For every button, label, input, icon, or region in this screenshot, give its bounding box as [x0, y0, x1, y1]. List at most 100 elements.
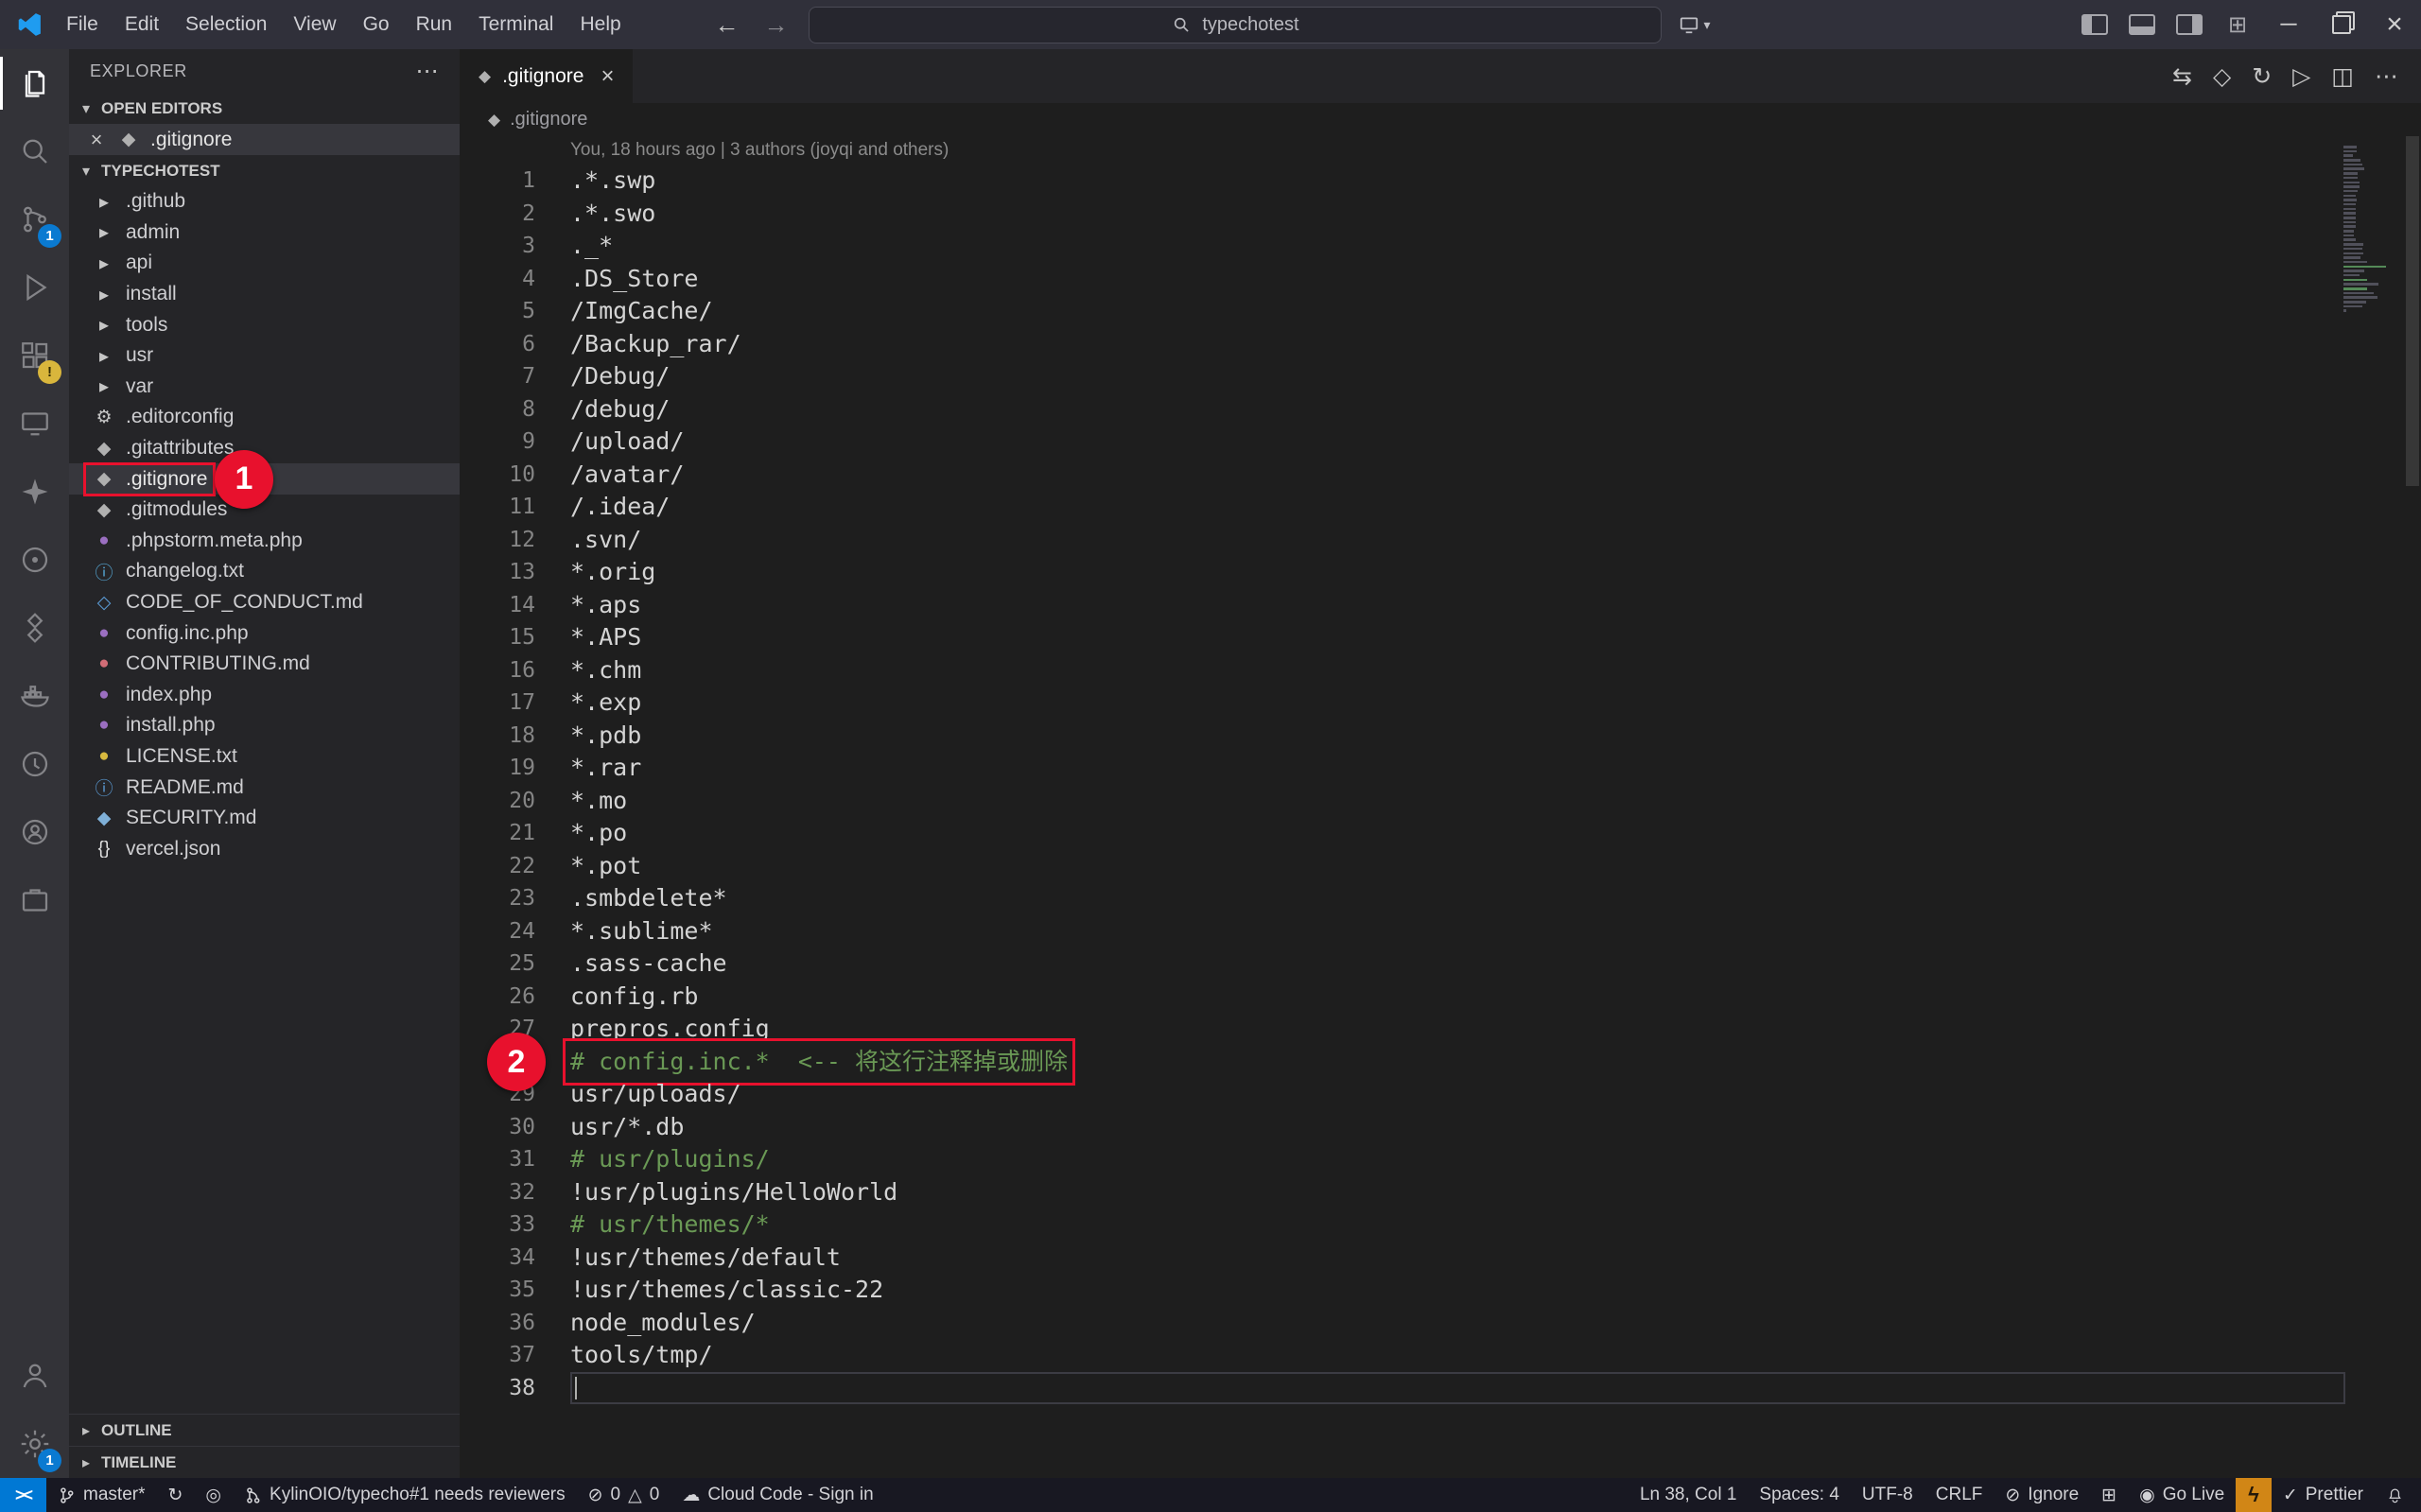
source-control-icon[interactable]: 1: [0, 185, 69, 253]
close-button[interactable]: ×: [2368, 0, 2421, 49]
minimize-button[interactable]: ─: [2262, 0, 2315, 49]
line-text[interactable]: /Backup_rar/: [570, 328, 741, 361]
go-live-button[interactable]: ◉ Go Live: [2128, 1478, 2236, 1512]
list-item[interactable]: ▸ .github: [69, 186, 460, 217]
code-line[interactable]: 24 *.sublime*: [460, 915, 2421, 948]
list-item[interactable]: ▸ api: [69, 248, 460, 279]
menu-item[interactable]: Help: [566, 0, 634, 49]
line-text[interactable]: *.pot: [570, 850, 641, 883]
list-item[interactable]: ⓘ README.md: [69, 772, 460, 803]
more-actions-icon[interactable]: ⋯: [415, 58, 439, 85]
tab-gitignore[interactable]: ◆ .gitignore ×: [460, 49, 634, 103]
menu-item[interactable]: File: [53, 0, 112, 49]
codelens-blame[interactable]: You, 18 hours ago | 3 authors (joyqi and…: [460, 136, 2421, 165]
code-line[interactable]: 27 prepros.config: [460, 1013, 2421, 1046]
indentation[interactable]: Spaces: 4: [1748, 1478, 1851, 1512]
line-text[interactable]: prepros.config: [570, 1013, 770, 1046]
pull-request-status[interactable]: KylinOIO/typecho#1 needs reviewers: [233, 1478, 577, 1512]
menu-item[interactable]: Run: [403, 0, 466, 49]
code-line[interactable]: 20 *.mo: [460, 785, 2421, 818]
extensions-icon[interactable]: !: [0, 322, 69, 390]
more-actions-icon[interactable]: ⋯: [2367, 62, 2406, 91]
line-text[interactable]: # usr/plugins/: [570, 1143, 770, 1176]
code-line[interactable]: 33 # usr/themes/*: [460, 1208, 2421, 1242]
line-text[interactable]: usr/uploads/: [570, 1078, 741, 1111]
toolbox-icon[interactable]: [0, 866, 69, 934]
line-text[interactable]: config.rb: [570, 981, 698, 1014]
line-text[interactable]: .*.swp: [570, 165, 655, 198]
customize-layout-icon[interactable]: ⊞: [2223, 14, 2252, 35]
sync-icon[interactable]: ↻: [157, 1478, 195, 1512]
line-text[interactable]: *.exp: [570, 686, 641, 720]
run-icon[interactable]: ▷: [2285, 62, 2318, 91]
code-line[interactable]: 2 .*.swo: [460, 198, 2421, 231]
line-text[interactable]: *.APS: [570, 621, 641, 654]
tab-close-icon[interactable]: ×: [601, 63, 614, 90]
account-icon[interactable]: [0, 1342, 69, 1410]
list-item[interactable]: ◆ SECURITY.md: [69, 803, 460, 834]
timeline-header[interactable]: ▸ TIMELINE: [69, 1446, 460, 1478]
remote-explorer-icon[interactable]: [0, 390, 69, 458]
line-text[interactable]: usr/*.db: [570, 1111, 684, 1144]
list-item[interactable]: ▸ var: [69, 372, 460, 403]
code-line[interactable]: 1 .*.swp: [460, 165, 2421, 198]
line-text[interactable]: *.orig: [570, 556, 655, 589]
code-line[interactable]: 6 /Backup_rar/: [460, 328, 2421, 361]
code-line[interactable]: 22 *.pot: [460, 850, 2421, 883]
history-circle-icon[interactable]: [0, 730, 69, 798]
person-circle-icon[interactable]: [0, 798, 69, 866]
eol-sequence[interactable]: CRLF: [1925, 1478, 1994, 1512]
back-arrow-icon[interactable]: ←: [710, 10, 742, 40]
cursor-position[interactable]: Ln 38, Col 1: [1629, 1478, 1748, 1512]
line-text[interactable]: [570, 1372, 2345, 1405]
remote-indicator[interactable]: ><: [0, 1478, 46, 1512]
menu-item[interactable]: Edit: [112, 0, 172, 49]
list-item[interactable]: ● CONTRIBUTING.md: [69, 649, 460, 680]
line-text[interactable]: *.mo: [570, 785, 627, 818]
notifications-bell-icon[interactable]: [2375, 1478, 2421, 1512]
code-line[interactable]: 3 ._*: [460, 230, 2421, 263]
scrollbar-thumb[interactable]: [2406, 136, 2419, 486]
history-icon[interactable]: ↻: [2244, 62, 2279, 91]
line-text[interactable]: .svn/: [570, 524, 641, 557]
prettier-status[interactable]: ✓ Prettier: [2272, 1478, 2375, 1512]
code-line[interactable]: 19 *.rar: [460, 752, 2421, 785]
code-line[interactable]: 23 .smbdelete*: [460, 882, 2421, 915]
branch-status[interactable]: master*: [46, 1478, 156, 1512]
lightning-status[interactable]: ϟ: [2236, 1478, 2272, 1512]
code-line[interactable]: 37 tools/tmp/: [460, 1339, 2421, 1372]
line-text[interactable]: .smbdelete*: [570, 882, 727, 915]
code-line[interactable]: 17 *.exp: [460, 686, 2421, 720]
list-item[interactable]: ▸ admin: [69, 217, 460, 249]
code-line[interactable]: 7 /Debug/: [460, 360, 2421, 393]
breadcrumb-item[interactable]: .gitignore: [510, 109, 587, 130]
line-text[interactable]: /debug/: [570, 393, 670, 426]
code-line[interactable]: 8 /debug/: [460, 393, 2421, 426]
language-mode[interactable]: ⊘ Ignore: [1994, 1478, 2090, 1512]
code-line[interactable]: 25 .sass-cache: [460, 947, 2421, 981]
docker-icon[interactable]: [0, 662, 69, 730]
close-icon[interactable]: ×: [86, 128, 107, 152]
code-line[interactable]: 10 /avatar/: [460, 459, 2421, 492]
list-item[interactable]: ◆ .gitignore: [69, 463, 460, 495]
toggle-panel-icon[interactable]: [2129, 14, 2155, 35]
list-item[interactable]: ▸ install: [69, 279, 460, 310]
code-editor[interactable]: You, 18 hours ago | 3 authors (joyqi and…: [460, 136, 2421, 1478]
record-circle-icon[interactable]: [0, 526, 69, 594]
line-text[interactable]: !usr/themes/default: [570, 1242, 841, 1275]
list-item[interactable]: ▸ tools: [69, 309, 460, 340]
code-line[interactable]: 30 usr/*.db: [460, 1111, 2421, 1144]
line-text[interactable]: # config.inc.* <-- 将这行注释掉或删除: [570, 1046, 1068, 1079]
line-text[interactable]: /upload/: [570, 426, 684, 459]
run-debug-icon[interactable]: [0, 253, 69, 322]
project-header[interactable]: ▾ TYPECHOTEST: [69, 155, 460, 186]
line-text[interactable]: ._*: [570, 230, 613, 263]
line-text[interactable]: *.aps: [570, 589, 641, 622]
misc-status-icon[interactable]: ◎: [194, 1478, 233, 1512]
toggle-sidebar-icon[interactable]: [2081, 14, 2108, 35]
list-item[interactable]: ⓘ changelog.txt: [69, 556, 460, 587]
search-sidebar-icon[interactable]: [0, 117, 69, 185]
problems-status[interactable]: ⊘ 0 △ 0: [577, 1478, 671, 1512]
list-item[interactable]: {} vercel.json: [69, 833, 460, 864]
remote-window-icon[interactable]: ▾: [1679, 14, 1710, 35]
